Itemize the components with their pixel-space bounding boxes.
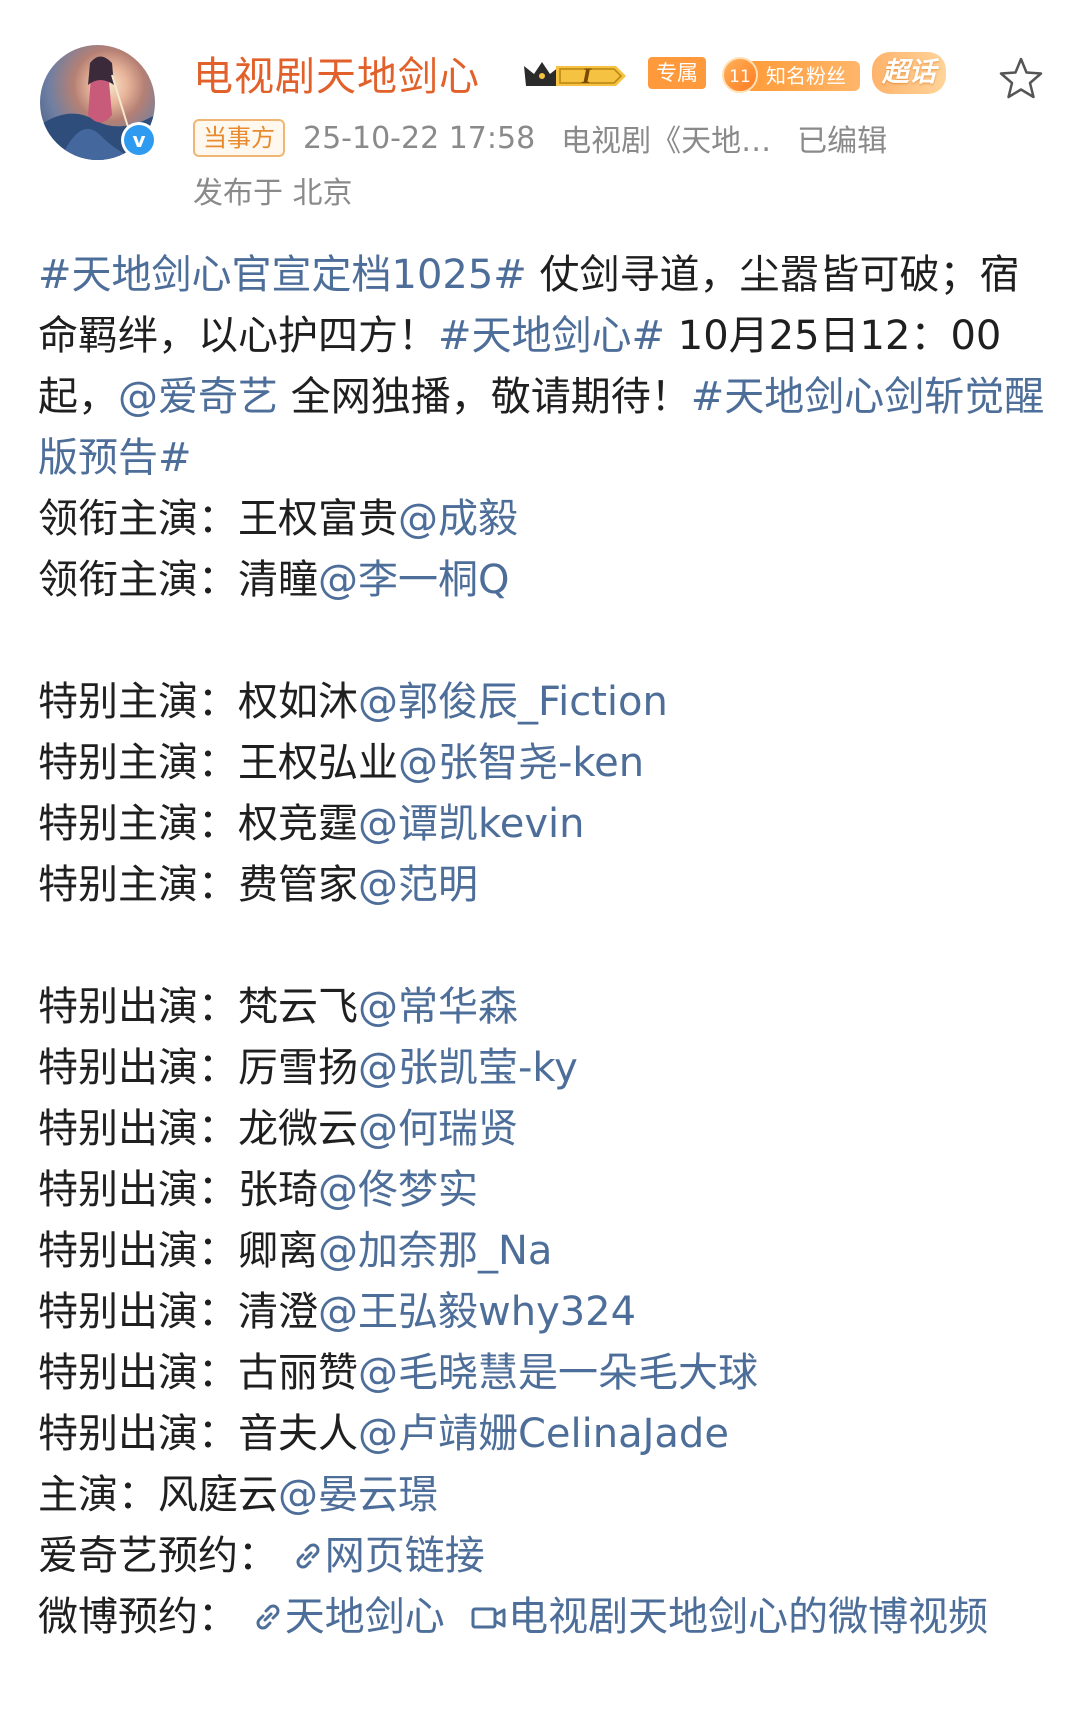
post-text: 全网独播，敬请期待！	[278, 374, 691, 420]
mention-link[interactable]: @郭俊辰_Fiction	[358, 679, 668, 725]
mention-link[interactable]: @范明	[358, 862, 478, 908]
cast-character: 风庭云	[158, 1472, 278, 1518]
cast-line: 特别出演：厉雪扬@张凯莹-ky	[38, 1038, 1048, 1099]
fan-level: 11	[722, 57, 758, 93]
weibo-reserve-label: 微博预约：	[38, 1594, 238, 1640]
mention-link[interactable]: @晏云璟	[278, 1472, 438, 1518]
cast-line: 特别出演：龙微云@何瑞贤	[38, 1099, 1048, 1160]
cast-role: 特别出演：	[38, 1289, 238, 1335]
mention-link[interactable]: @成毅	[398, 496, 518, 542]
timestamp: 25-10-22 17:58	[303, 120, 536, 156]
mention-link[interactable]: @卢靖姗CelinaJade	[358, 1411, 729, 1457]
crown-level-text: I	[581, 64, 592, 88]
web-link-label: 网页链接	[324, 1533, 485, 1579]
cast-role: 领衔主演：	[38, 557, 238, 603]
verified-badge-icon: v	[121, 122, 157, 158]
cast-character: 卿离	[238, 1228, 318, 1274]
cast-character: 张琦	[238, 1167, 318, 1213]
video-link-label: 电视剧天地剑心的微博视频	[508, 1594, 989, 1640]
video-icon	[471, 1607, 506, 1629]
cast-line: 领衔主演：清瞳@李一桐Q	[38, 550, 1048, 611]
super-topic-badge[interactable]: 超话	[872, 52, 946, 94]
verified-mark: v	[124, 125, 154, 155]
cast-role: 特别出演：	[38, 1350, 238, 1396]
cast-line: 特别出演：张琦@佟梦实	[38, 1160, 1048, 1221]
cast-line: 特别出演：梵云飞@常华森	[38, 977, 1048, 1038]
cast-line: 领衔主演：王权富贵@成毅	[38, 489, 1048, 550]
cast-role: 特别出演：	[38, 984, 238, 1030]
iqiyi-reserve-label: 爱奇艺预约：	[38, 1533, 278, 1579]
hashtag-link[interactable]: #天地剑心官宣定档1025#	[38, 252, 527, 298]
post-source[interactable]: 电视剧《天地…	[561, 116, 771, 160]
mention-link[interactable]: @何瑞贤	[358, 1106, 518, 1152]
cast-character: 费管家	[238, 862, 358, 908]
fan-label: 知名粉丝	[750, 61, 860, 91]
cast-character: 清澄	[238, 1289, 318, 1335]
star-icon[interactable]	[996, 54, 1046, 104]
cast-role: 特别出演：	[38, 1106, 238, 1152]
mention-link[interactable]: @爱奇艺	[118, 374, 278, 420]
edited-label[interactable]: 已编辑	[797, 116, 887, 160]
post-body: #天地剑心官宣定档1025# 仗剑寻道，尘嚣皆可破；宿命羁绊，以心护四方！#天地…	[38, 245, 1048, 1648]
cast-role: 特别主演：	[38, 740, 238, 786]
hashtag-link[interactable]: #天地剑心#	[438, 313, 665, 359]
cast-character: 音夫人	[238, 1411, 358, 1457]
cast-line: 特别出演：卿离@加奈那_Na	[38, 1221, 1048, 1282]
cast-role: 特别出演：	[38, 1228, 238, 1274]
cast-character: 梵云飞	[238, 984, 358, 1030]
cast-character: 王权弘业	[238, 740, 398, 786]
cast-role: 主演：	[38, 1472, 158, 1518]
cast-character: 厉雪扬	[238, 1045, 358, 1091]
cast-line: 特别主演：费管家@范明	[38, 855, 1048, 916]
post-intro: #天地剑心官宣定档1025# 仗剑寻道，尘嚣皆可破；宿命羁绊，以心护四方！#天地…	[38, 245, 1048, 489]
cast-line: 特别主演：王权弘业@张智尧-ken	[38, 733, 1048, 794]
iqiyi-reserve-line: 爱奇艺预约： 网页链接	[38, 1526, 1048, 1587]
cast-line: 特别主演：权竞霆@谭凯kevin	[38, 794, 1048, 855]
mention-link[interactable]: @王弘毅why324	[318, 1289, 636, 1335]
cast-line: 特别出演：古丽赞@毛晓慧是一朵毛大球	[38, 1343, 1048, 1404]
mention-link[interactable]: @张智尧-ken	[398, 740, 644, 786]
cast-role: 特别出演：	[38, 1167, 238, 1213]
mention-link[interactable]: @佟梦实	[318, 1167, 478, 1213]
mention-link[interactable]: @加奈那_Na	[318, 1228, 552, 1274]
weibo-reserve-link[interactable]: 天地剑心	[251, 1594, 445, 1640]
mention-link[interactable]: @张凯莹-ky	[358, 1045, 578, 1091]
mention-link[interactable]: @毛晓慧是一朵毛大球	[358, 1350, 758, 1396]
cast-role: 特别主演：	[38, 862, 238, 908]
video-link[interactable]: 电视剧天地剑心的微博视频	[470, 1594, 988, 1640]
post-meta: 当事方 25-10-22 17:58 电视剧《天地… 已编辑	[193, 116, 887, 160]
cast-line: 主演：风庭云@晏云璟	[38, 1465, 1048, 1526]
web-link[interactable]: 网页链接	[291, 1533, 485, 1579]
mention-link[interactable]: @李一桐Q	[318, 557, 509, 603]
post-header: v 电视剧天地剑心 I 专属 知名粉丝 11 超话 当事方 25-10-22 1…	[0, 0, 1069, 215]
cast-line: 特别出演：音夫人@卢靖姗CelinaJade	[38, 1404, 1048, 1465]
weibo-reserve-line: 微博预约： 天地剑心 电视剧天地剑心的微博视频	[38, 1587, 1048, 1648]
cast-character: 王权富贵	[238, 496, 398, 542]
cast-line: 特别主演：权如沐@郭俊辰_Fiction	[38, 672, 1048, 733]
cast-line: 特别出演：清澄@王弘毅why324	[38, 1282, 1048, 1343]
post-location: 发布于 北京	[193, 176, 353, 211]
cast-role: 特别主演：	[38, 679, 238, 725]
cast-character: 古丽赞	[238, 1350, 358, 1396]
fan-badge[interactable]: 知名粉丝 11 超话	[722, 52, 972, 98]
link-icon	[296, 1543, 320, 1569]
exclusive-badge[interactable]: 专属	[648, 57, 706, 89]
cast-character: 权如沐	[238, 679, 358, 725]
link-icon	[256, 1604, 280, 1630]
cast-role: 特别主演：	[38, 801, 238, 847]
cast-character: 龙微云	[238, 1106, 358, 1152]
party-tag: 当事方	[193, 119, 285, 157]
cast-character: 权竞霆	[238, 801, 358, 847]
account-name[interactable]: 电视剧天地剑心	[193, 44, 480, 102]
weibo-reserve-link-label: 天地剑心	[284, 1594, 445, 1640]
cast-role: 领衔主演：	[38, 496, 238, 542]
mention-link[interactable]: @常华森	[358, 984, 518, 1030]
crown-level-icon[interactable]: I	[520, 56, 630, 96]
cast-role: 特别出演：	[38, 1411, 238, 1457]
cast-character: 清瞳	[238, 557, 318, 603]
cast-role: 特别出演：	[38, 1045, 238, 1091]
mention-link[interactable]: @谭凯kevin	[358, 801, 584, 847]
